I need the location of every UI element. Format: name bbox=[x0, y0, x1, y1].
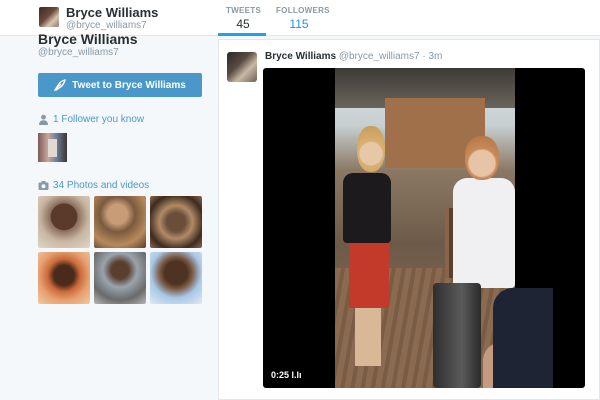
tweet-header: Bryce Williams @bryce_williams7 · 3m bbox=[265, 51, 442, 62]
followers-you-know-link[interactable]: 1 Follower you know bbox=[38, 114, 144, 125]
video-frame bbox=[335, 68, 515, 388]
quill-icon bbox=[53, 79, 67, 91]
header-handle: @bryce_williams7 bbox=[66, 20, 147, 31]
photo-thumbnail[interactable] bbox=[150, 196, 202, 248]
photo-thumbnail[interactable] bbox=[94, 196, 146, 248]
photo-thumbnail[interactable] bbox=[150, 252, 202, 304]
tweet-separator: · bbox=[422, 51, 426, 62]
header-avatar[interactable] bbox=[38, 6, 60, 28]
followers-you-know-label: 1 Follower you know bbox=[53, 114, 145, 125]
tweets-stat[interactable]: TWEETS 45 bbox=[226, 6, 262, 31]
followers-stat-label: FOLLOWERS bbox=[276, 6, 330, 15]
followers-stat[interactable]: FOLLOWERS 115 bbox=[276, 6, 330, 31]
photo-thumbnail[interactable] bbox=[38, 252, 90, 304]
tweets-stat-value: 45 bbox=[236, 17, 250, 31]
active-tab-indicator bbox=[218, 33, 266, 36]
person-icon bbox=[38, 114, 49, 125]
tweet-to-button[interactable]: Tweet to Bryce Williams bbox=[38, 73, 202, 97]
tweet-timestamp[interactable]: 3m bbox=[428, 51, 442, 62]
photo-thumbnail[interactable] bbox=[38, 196, 90, 248]
tweet-author-name[interactable]: Bryce Williams bbox=[265, 51, 336, 62]
tweet-card: Bryce Williams @bryce_williams7 · 3m 0:2… bbox=[218, 39, 600, 400]
tweet-video[interactable]: 0:25 l.lı bbox=[263, 68, 585, 388]
photo-thumbnail[interactable] bbox=[94, 252, 146, 304]
video-duration: 0:25 l.lı bbox=[271, 370, 302, 380]
photos-videos-link[interactable]: 34 Photos and videos bbox=[38, 180, 149, 191]
video-second-person-body bbox=[453, 178, 515, 288]
followers-stat-value: 115 bbox=[289, 17, 309, 31]
profile-handle: @bryce_williams7 bbox=[38, 47, 119, 58]
video-foreground-shoulder bbox=[493, 288, 553, 388]
tweet-author-avatar[interactable] bbox=[227, 52, 257, 82]
video-person-skirt bbox=[349, 238, 389, 308]
video-foreground-object bbox=[433, 283, 481, 388]
video-person-head bbox=[357, 126, 385, 172]
tweets-stat-label: TWEETS bbox=[226, 6, 262, 15]
known-follower-avatar[interactable] bbox=[38, 133, 67, 162]
camera-icon bbox=[38, 180, 49, 191]
header-name[interactable]: Bryce Williams bbox=[66, 5, 158, 20]
tweet-to-label: Tweet to Bryce Williams bbox=[72, 79, 186, 91]
profile-name[interactable]: Bryce Williams bbox=[38, 31, 137, 47]
photos-videos-label: 34 Photos and videos bbox=[53, 180, 150, 191]
video-person-body bbox=[343, 173, 391, 243]
video-second-person-head bbox=[465, 136, 499, 180]
video-person-legs bbox=[355, 306, 381, 366]
tweet-author-handle[interactable]: @bryce_williams7 bbox=[339, 51, 420, 62]
